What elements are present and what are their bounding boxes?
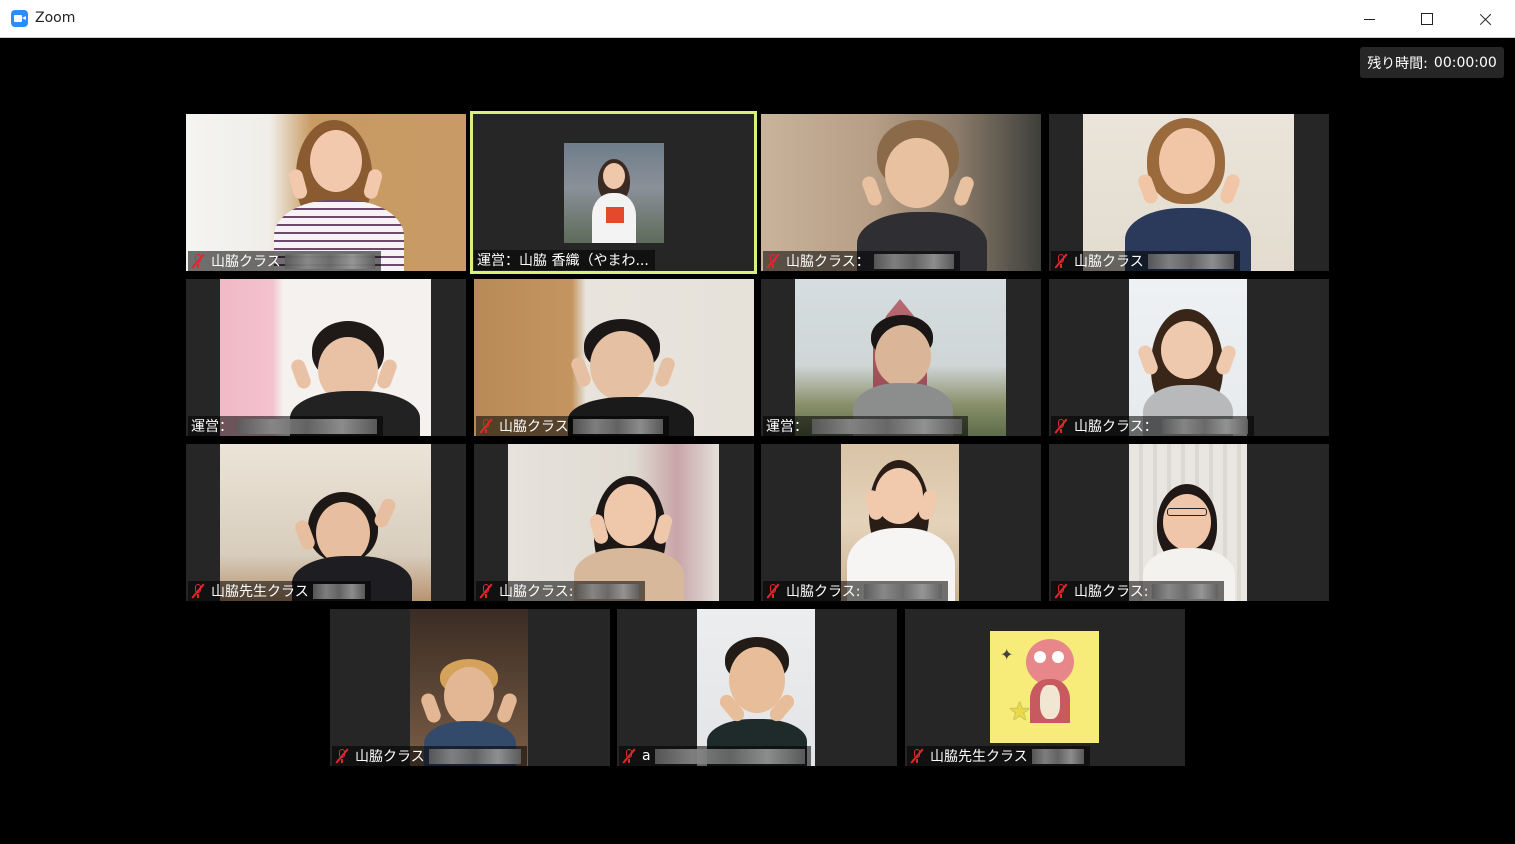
mic-muted-icon xyxy=(335,748,349,764)
participant-tile[interactable]: 山脇クラス xyxy=(474,279,754,436)
redacted-name-blur xyxy=(1031,748,1084,764)
minimize-button[interactable] xyxy=(1340,0,1398,38)
participant-name: 山脇先生クラス xyxy=(211,584,309,600)
participant-tile[interactable]: 山脇クラス: xyxy=(474,444,754,601)
participant-name-tag: 山脇クラス： xyxy=(1051,416,1254,436)
participant-name: 山脇クラス: xyxy=(1074,584,1149,600)
participant-name: 山脇クラス: xyxy=(786,584,861,600)
redacted-name-blur xyxy=(572,418,663,434)
participant-tile[interactable]: 山脇クラス xyxy=(186,114,466,271)
participant-tile[interactable]: 山脇クラス xyxy=(330,609,610,766)
participant-name: 運営： xyxy=(766,419,808,435)
participant-name-tag: 山脇クラス xyxy=(332,746,527,766)
participant-name: 山脇クラス： xyxy=(1074,419,1158,435)
participant-tile[interactable]: 運営： xyxy=(186,279,466,436)
participant-name-tag: 山脇先生クラス xyxy=(188,581,371,601)
participant-name-tag: 運営： xyxy=(188,416,383,436)
mic-muted-icon xyxy=(479,583,493,599)
window-title: Zoom xyxy=(35,10,76,26)
participant-tile-active-speaker[interactable]: 運営：山脇 香織（やまわ... xyxy=(470,111,757,274)
participant-name-tag: 運営： xyxy=(763,416,968,436)
participant-tile[interactable]: 山脇先生クラス xyxy=(186,444,466,601)
redacted-name-blur xyxy=(237,418,377,434)
participant-video xyxy=(186,114,466,271)
redacted-name-blur xyxy=(654,748,805,764)
participant-name-tag: 山脇クラス: xyxy=(763,581,949,601)
remaining-time-value: 00:00:00 xyxy=(1433,54,1497,71)
participant-video xyxy=(220,444,431,601)
participant-video xyxy=(1129,279,1247,436)
profile-picture xyxy=(564,143,664,243)
mic-muted-icon xyxy=(1054,253,1068,269)
participant-video xyxy=(508,444,719,601)
mic-muted-icon xyxy=(910,748,924,764)
participant-video xyxy=(1083,114,1294,271)
redacted-name-blur xyxy=(1161,418,1248,434)
participant-name: 山脇クラス xyxy=(1074,254,1144,270)
participant-video xyxy=(697,609,815,766)
participant-tile[interactable]: 山脇クラス: xyxy=(761,444,1041,601)
participant-name-tag: 山脇クラス xyxy=(188,251,381,271)
redacted-name-blur xyxy=(1152,583,1219,599)
participant-tile[interactable]: 山脇クラス: xyxy=(1049,444,1329,601)
redacted-name-blur xyxy=(428,748,521,764)
participant-name: a xyxy=(642,748,651,764)
participant-name-tag: 山脇クラス: xyxy=(1051,581,1225,601)
participant-name: 山脇クラス xyxy=(355,749,425,765)
participant-video xyxy=(761,114,1041,271)
participant-name-tag: 山脇クラス xyxy=(1051,251,1240,271)
mic-muted-icon xyxy=(622,748,636,764)
participant-name-tag: 山脇クラス： xyxy=(763,251,960,271)
participant-name: 山脇クラス： xyxy=(786,254,870,270)
participant-video xyxy=(220,279,431,436)
participant-tile[interactable]: 運営： xyxy=(761,279,1041,436)
remaining-time-label: 残り時間: xyxy=(1367,55,1428,72)
participant-video xyxy=(474,279,754,436)
participant-tile[interactable]: 山脇クラス： xyxy=(761,114,1041,271)
window-titlebar: Zoom xyxy=(0,0,1515,38)
mic-muted-icon xyxy=(479,418,493,434)
mic-muted-icon xyxy=(766,253,780,269)
zoom-camera-icon xyxy=(11,10,28,27)
minimize-icon xyxy=(1363,19,1375,20)
participant-name: 山脇クラス: xyxy=(499,584,574,600)
redacted-name-blur xyxy=(812,418,962,434)
participant-name: 山脇クラス xyxy=(499,419,569,435)
redacted-name-blur xyxy=(873,253,954,269)
participant-video xyxy=(841,444,959,601)
participant-name: 運営： xyxy=(191,419,233,435)
participant-name-tag: 山脇クラス xyxy=(476,416,669,436)
mic-muted-icon xyxy=(1054,418,1068,434)
redacted-name-blur xyxy=(864,583,943,599)
mic-muted-icon xyxy=(191,253,205,269)
participant-tile[interactable]: 山脇クラス： xyxy=(1049,279,1329,436)
close-button[interactable] xyxy=(1456,0,1514,38)
redacted-name-blur xyxy=(312,583,365,599)
participant-video xyxy=(795,279,1006,436)
participant-name-tag: 運営：山脇 香織（やまわ... xyxy=(474,250,655,270)
participant-tile[interactable]: a xyxy=(617,609,897,766)
participant-name-tag: 山脇クラス: xyxy=(476,581,646,601)
redacted-name-blur xyxy=(577,583,640,599)
remaining-time-badge: 残り時間: 00:00:00 xyxy=(1360,47,1504,78)
participant-video xyxy=(410,609,528,766)
participant-name: 運営：山脇 香織（やまわ... xyxy=(477,253,649,269)
participant-name: 山脇先生クラス xyxy=(930,749,1028,765)
participant-name-tag: a xyxy=(619,746,811,766)
mic-muted-icon xyxy=(191,583,205,599)
participant-video xyxy=(1129,444,1247,601)
maximize-button[interactable] xyxy=(1398,0,1456,38)
profile-picture: ✦ ★ xyxy=(990,631,1099,743)
redacted-name-blur xyxy=(284,253,375,269)
participant-tile[interactable]: 山脇クラス xyxy=(1049,114,1329,271)
mic-muted-icon xyxy=(1054,583,1068,599)
mic-muted-icon xyxy=(766,583,780,599)
participant-name-tag: 山脇先生クラス xyxy=(907,746,1090,766)
participant-name: 山脇クラス xyxy=(211,254,281,270)
redacted-name-blur xyxy=(1147,253,1234,269)
maximize-icon xyxy=(1421,13,1433,25)
close-icon xyxy=(1479,13,1492,26)
participant-tile[interactable]: ✦ ★ 山脇先生クラス xyxy=(905,609,1185,766)
